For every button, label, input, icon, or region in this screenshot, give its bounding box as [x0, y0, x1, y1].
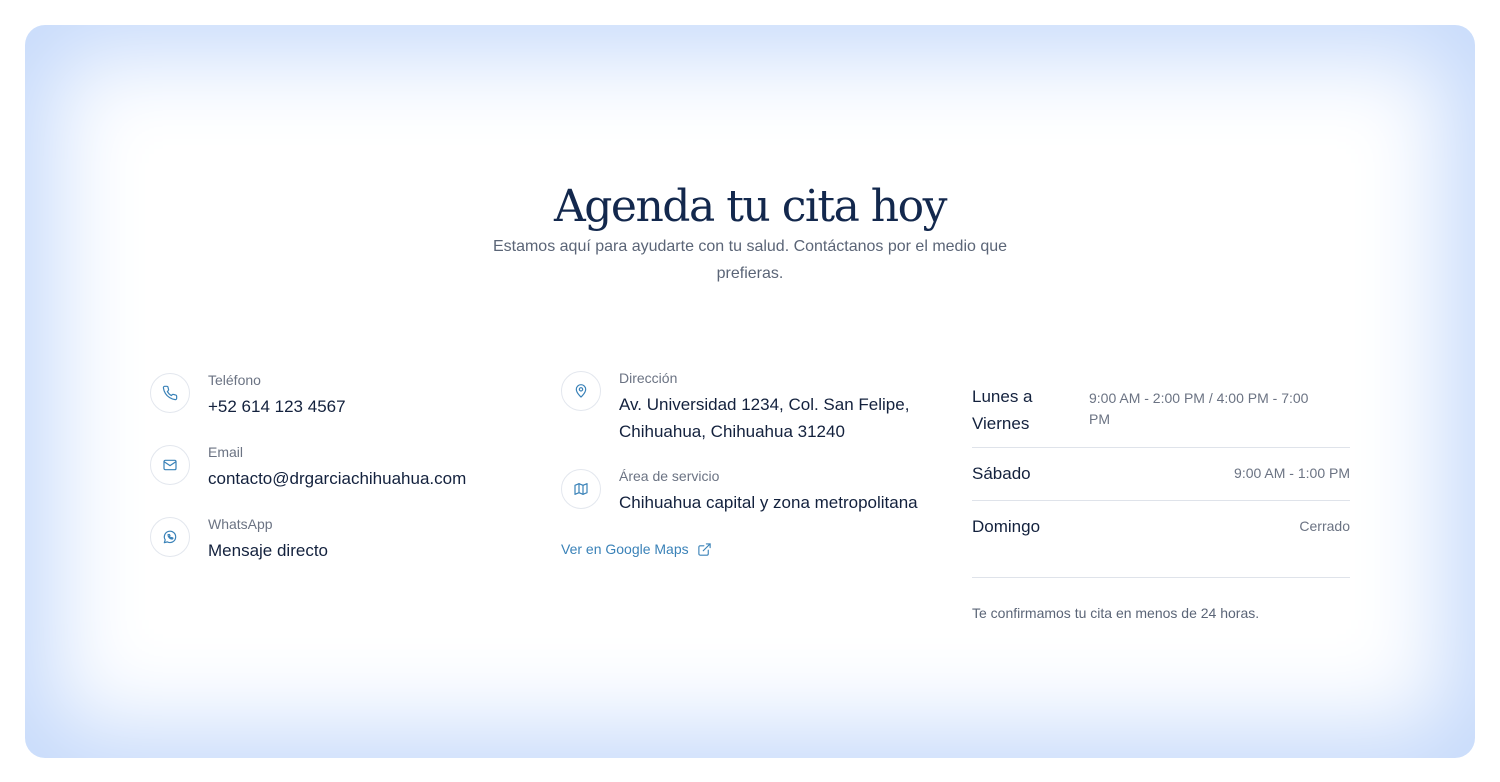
service-area-label: Área de servicio [619, 468, 720, 484]
google-maps-link[interactable]: Ver en Google Maps [561, 541, 712, 557]
whatsapp-icon [150, 517, 190, 557]
phone-icon [150, 373, 190, 413]
phone-value: +52 614 123 4567 [208, 397, 346, 416]
hours-row-weekdays: Lunes a Viernes 9:00 AM - 2:00 PM / 4:00… [972, 380, 1350, 448]
appointment-card: Agenda tu cita hoy Estamos aquí para ayu… [25, 25, 1475, 758]
page-title: Agenda tu cita hoy [553, 181, 948, 232]
opening-hours: Lunes a Viernes 9:00 AM - 2:00 PM / 4:00… [972, 380, 1350, 578]
hours-day: Domingo [972, 517, 1041, 536]
whatsapp-contact[interactable]: WhatsApp Mensaje directo [150, 516, 510, 561]
hours-day-line-2: Viernes [972, 414, 1030, 433]
map-icon [561, 469, 601, 509]
email-contact[interactable]: Email contacto@drgarciachihuahua.com [150, 444, 510, 489]
hours-day: Sábado [972, 464, 1031, 483]
hours-time-line-2: PM [1089, 411, 1110, 427]
service-area-value: Chihuahua capital y zona metropolitana [619, 493, 918, 512]
page-subtitle: Estamos aquí para ayudarte con tu salud.… [492, 238, 1008, 282]
address-line-2: Chihuahua, Chihuahua 31240 [619, 422, 845, 441]
map-pin-icon [561, 371, 601, 411]
hours-time-line-1: 9:00 AM - 2:00 PM / 4:00 PM - 7:00 [1089, 390, 1309, 406]
hours-row-saturday: Sábado 9:00 AM - 1:00 PM [972, 448, 1350, 501]
whatsapp-label: WhatsApp [208, 516, 273, 532]
email-value: contacto@drgarciachihuahua.com [208, 469, 467, 488]
phone-contact[interactable]: Teléfono +52 614 123 4567 [150, 372, 510, 417]
external-link-icon [697, 542, 711, 556]
phone-label: Teléfono [208, 372, 261, 388]
address-line-1: Av. Universidad 1234, Col. San Felipe, [619, 395, 910, 414]
confirmation-note: Te confirmamos tu cita en menos de 24 ho… [972, 605, 1260, 621]
mail-icon [150, 445, 190, 485]
hours-time: Cerrado [1299, 518, 1350, 534]
hours-row-sunday: Domingo Cerrado [972, 501, 1350, 578]
hours-day-line-1: Lunes a [972, 387, 1033, 406]
address-label: Dirección [619, 370, 678, 386]
service-area-block: Área de servicio Chihuahua capital y zon… [561, 468, 951, 513]
hours-time: 9:00 AM - 1:00 PM [1234, 465, 1350, 481]
address-block: Dirección Av. Universidad 1234, Col. San… [561, 370, 931, 443]
email-label: Email [208, 444, 244, 460]
google-maps-link-label: Ver en Google Maps [561, 541, 689, 557]
whatsapp-value: Mensaje directo [208, 541, 329, 560]
